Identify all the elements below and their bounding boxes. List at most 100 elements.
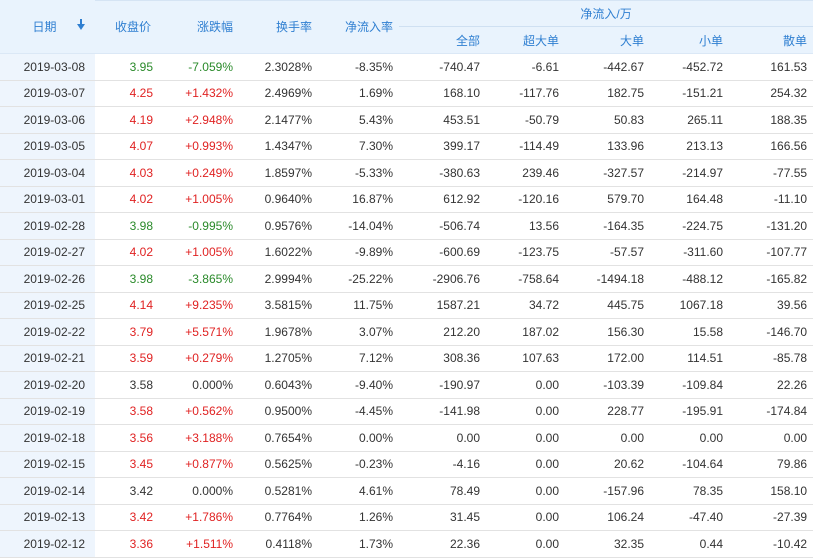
cell-net-large: 106.24: [565, 504, 650, 531]
header-net-all[interactable]: 全部: [399, 26, 486, 54]
cell-net-extra-large: 34.72: [486, 292, 565, 319]
cell-net-all: 168.10: [399, 80, 486, 107]
cell-change-pct: +1.005%: [157, 239, 239, 266]
cell-close-price: 3.42: [95, 477, 157, 505]
cell-net-all: -600.69: [399, 239, 486, 266]
cell-net-extra-large: -120.16: [486, 186, 565, 213]
cell-net-retail: -131.20: [729, 212, 813, 240]
cell-net-small: -452.72: [650, 53, 729, 81]
cell-turnover: 0.7654%: [239, 424, 318, 452]
header-net-inflow-group: 净流入/万: [399, 0, 813, 27]
table-row: 2019-02-12 3.36 +1.511% 0.4118% 1.73% 22.36 0.…: [0, 530, 813, 558]
header-net-extra-large[interactable]: 超大单: [486, 26, 565, 54]
table-row: 2019-02-13 3.42 +1.786% 0.7764% 1.26% 31.45 0.…: [0, 504, 813, 531]
cell-net-inflow-rate: -8.35%: [318, 53, 399, 81]
cell-net-small: 0.00: [650, 424, 729, 452]
cell-close-price: 4.03: [95, 159, 157, 187]
cell-net-small: 114.51: [650, 345, 729, 372]
cell-turnover: 0.6043%: [239, 371, 318, 399]
cell-close-price: 3.58: [95, 371, 157, 399]
header-net-retail[interactable]: 散单: [729, 26, 813, 54]
cell-net-extra-large: 0.00: [486, 424, 565, 452]
header-date[interactable]: 日期: [0, 0, 95, 54]
table-row: 2019-02-27 4.02 +1.005% 1.6022% -9.89% -600.6…: [0, 239, 813, 266]
sort-down-arrow-icon[interactable]: [76, 18, 85, 30]
header-net-inflow-rate[interactable]: 净流入率: [318, 0, 399, 54]
table-row: 2019-02-28 3.98 -0.995% 0.9576% -14.04% -506.…: [0, 212, 813, 240]
cell-net-large: 0.00: [565, 424, 650, 452]
cell-net-retail: 254.32: [729, 80, 813, 107]
cell-turnover: 0.5281%: [239, 477, 318, 505]
cell-net-all: -2906.76: [399, 265, 486, 293]
cell-date: 2019-03-05: [0, 133, 95, 160]
cell-change-pct: +0.993%: [157, 133, 239, 160]
cell-turnover: 0.9576%: [239, 212, 318, 240]
cell-net-large: 50.83: [565, 106, 650, 134]
cell-turnover: 0.9640%: [239, 186, 318, 213]
cell-close-price: 3.36: [95, 530, 157, 558]
cell-change-pct: +0.279%: [157, 345, 239, 372]
cell-net-inflow-rate: -25.22%: [318, 265, 399, 293]
cell-close-price: 4.02: [95, 186, 157, 213]
cell-net-extra-large: 0.00: [486, 530, 565, 558]
header-net-large[interactable]: 大单: [565, 26, 650, 54]
header-net-small[interactable]: 小单: [650, 26, 729, 54]
cell-net-extra-large: 0.00: [486, 398, 565, 425]
cell-date: 2019-02-21: [0, 345, 95, 372]
cell-net-large: 133.96: [565, 133, 650, 160]
header-date-label: 日期: [32, 20, 57, 34]
cell-net-retail: -85.78: [729, 345, 813, 372]
cell-close-price: 3.58: [95, 398, 157, 425]
cell-net-large: 579.70: [565, 186, 650, 213]
table-row: 2019-02-15 3.45 +0.877% 0.5625% -0.23% -4.16 0…: [0, 451, 813, 478]
cell-net-small: 265.11: [650, 106, 729, 134]
cell-net-retail: 39.56: [729, 292, 813, 319]
cell-net-large: 228.77: [565, 398, 650, 425]
cell-net-all: 78.49: [399, 477, 486, 505]
cell-change-pct: -7.059%: [157, 53, 239, 81]
header-change-pct[interactable]: 涨跌幅: [157, 0, 239, 54]
table-top-border: [0, 0, 813, 1]
table-row: 2019-02-20 3.58 0.000% 0.6043% -9.40% -190.97…: [0, 371, 813, 399]
cell-turnover: 1.6022%: [239, 239, 318, 266]
cell-date: 2019-02-19: [0, 398, 95, 425]
cell-net-all: -380.63: [399, 159, 486, 187]
cell-close-price: 4.07: [95, 133, 157, 160]
cell-net-retail: -27.39: [729, 504, 813, 531]
cell-net-inflow-rate: 1.73%: [318, 530, 399, 558]
cell-change-pct: +1.786%: [157, 504, 239, 531]
table-body: 2019-03-08 3.95 -7.059% 2.3028% -8.35% -740.4…: [0, 53, 813, 558]
table-header: 日期 收盘价 涨跌幅 换手率 净流入率 净流入/万 全部 超大单 大单 小单 散…: [0, 0, 813, 54]
cell-net-all: -141.98: [399, 398, 486, 425]
cell-net-retail: 161.53: [729, 53, 813, 81]
cell-net-small: 164.48: [650, 186, 729, 213]
cell-net-all: 0.00: [399, 424, 486, 452]
cell-net-extra-large: 107.63: [486, 345, 565, 372]
cell-net-inflow-rate: -0.23%: [318, 451, 399, 478]
cell-net-large: -57.57: [565, 239, 650, 266]
cell-net-inflow-rate: 4.61%: [318, 477, 399, 505]
cell-net-small: 0.44: [650, 530, 729, 558]
cell-close-price: 3.59: [95, 345, 157, 372]
cell-close-price: 3.56: [95, 424, 157, 452]
cell-net-inflow-rate: 7.30%: [318, 133, 399, 160]
table-row: 2019-02-19 3.58 +0.562% 0.9500% -4.45% -141.9…: [0, 398, 813, 425]
cell-net-retail: -165.82: [729, 265, 813, 293]
cell-net-small: -47.40: [650, 504, 729, 531]
cell-net-all: -740.47: [399, 53, 486, 81]
cell-net-extra-large: 0.00: [486, 504, 565, 531]
cell-change-pct: +0.249%: [157, 159, 239, 187]
cell-net-large: 32.35: [565, 530, 650, 558]
table-row: 2019-02-18 3.56 +3.188% 0.7654% 0.00% 0.00 0.0…: [0, 424, 813, 452]
cell-change-pct: +2.948%: [157, 106, 239, 134]
cell-net-small: 1067.18: [650, 292, 729, 319]
header-turnover[interactable]: 换手率: [239, 0, 318, 54]
cell-net-extra-large: -123.75: [486, 239, 565, 266]
cell-net-extra-large: 13.56: [486, 212, 565, 240]
cell-net-all: 31.45: [399, 504, 486, 531]
cell-net-all: -506.74: [399, 212, 486, 240]
cell-net-all: -190.97: [399, 371, 486, 399]
cell-change-pct: +1.005%: [157, 186, 239, 213]
cell-date: 2019-02-28: [0, 212, 95, 240]
header-close-price[interactable]: 收盘价: [95, 0, 157, 54]
